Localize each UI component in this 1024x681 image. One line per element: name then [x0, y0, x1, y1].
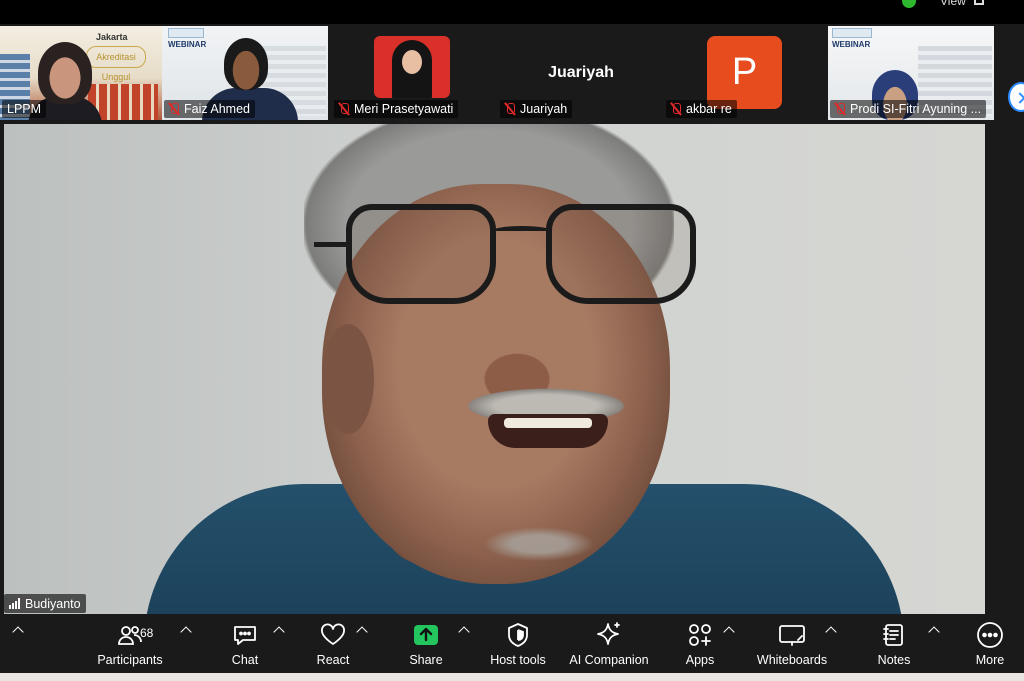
chat-caret-icon[interactable]	[273, 626, 285, 638]
participant-name: Meri Prasetyawati	[354, 102, 454, 116]
participant-name: akbar re	[686, 102, 732, 116]
notes-label: Notes	[877, 653, 911, 667]
participant-tile[interactable]: Juariyah Juariyah	[498, 26, 664, 120]
ai-companion-label: AI Companion	[569, 653, 649, 667]
apps-label: Apps	[685, 653, 715, 667]
active-speaker-video	[4, 124, 985, 614]
participant-tile[interactable]: P akbar re	[664, 26, 826, 120]
participant-name-tag: LPPM	[2, 100, 47, 118]
participant-name-tag: akbar re	[666, 100, 737, 118]
participant-video	[38, 42, 92, 104]
sparkle-icon	[589, 620, 629, 650]
notes-button[interactable]: Notes	[872, 620, 916, 676]
participant-tile[interactable]: Meri Prasetyawati	[332, 26, 498, 120]
react-label: React	[316, 653, 350, 667]
react-button[interactable]: React	[308, 620, 358, 676]
video-gutter	[985, 121, 1024, 616]
share-button[interactable]: Share	[400, 620, 452, 676]
apps-caret-icon[interactable]	[723, 626, 735, 638]
share-label: Share	[409, 653, 443, 667]
active-speaker-name-tag: Budiyanto	[4, 594, 86, 613]
share-caret-icon[interactable]	[458, 626, 470, 638]
participants-label: Participants	[97, 653, 163, 667]
mic-muted-icon	[835, 103, 845, 115]
participant-name-tag: Prodi SI-Fitri Ayuning ...	[830, 100, 987, 118]
notes-caret-icon[interactable]	[928, 626, 940, 638]
speaker-ear	[322, 324, 374, 434]
heart-icon	[313, 620, 353, 650]
participant-name: Prodi SI-Fitri Ayuning ...	[850, 102, 982, 116]
next-page-button[interactable]	[1008, 82, 1024, 112]
view-label: View	[940, 0, 966, 8]
participants-icon: 68	[110, 620, 154, 650]
taskbar-edge	[0, 673, 1024, 681]
speaker-glasses	[314, 204, 700, 314]
banner-badge: Akreditasi Unggul	[86, 46, 146, 82]
security-shield-icon	[902, 0, 916, 8]
connection-signal-icon	[9, 598, 20, 609]
more-icon	[970, 620, 1010, 650]
top-bar: View	[0, 0, 1024, 24]
participant-name: Juariyah	[520, 102, 568, 116]
more-button[interactable]: More	[968, 620, 1012, 676]
banner-title: WEBINAR	[168, 40, 207, 49]
participant-name-tag: Meri Prasetyawati	[334, 100, 459, 118]
participant-name-tag: Faiz Ahmed	[164, 100, 256, 118]
ai-companion-button[interactable]: AI Companion	[564, 620, 654, 676]
chat-icon	[225, 620, 265, 650]
chat-label: Chat	[231, 653, 259, 667]
mic-muted-icon	[339, 103, 349, 115]
participant-video	[224, 38, 268, 90]
participant-tile[interactable]: WEBINAR Faiz Ahmed	[162, 26, 328, 120]
participants-strip: Jakarta Akreditasi Unggul LPPM WEBINAR F…	[0, 24, 1024, 121]
participant-tile[interactable]: Jakarta Akreditasi Unggul LPPM	[0, 26, 162, 120]
active-speaker-name: Budiyanto	[25, 596, 81, 611]
participant-tile[interactable]: WEBINAR Prodi SI-Fitri Ayuning ...	[828, 26, 994, 120]
whiteboard-icon	[772, 620, 812, 650]
notes-icon	[874, 620, 914, 650]
host-tools-label: Host tools	[490, 653, 546, 667]
host-tools-button[interactable]: Host tools	[484, 620, 552, 676]
react-caret-icon[interactable]	[356, 626, 368, 638]
more-label: More	[975, 653, 1005, 667]
audio-options-caret-icon[interactable]	[12, 626, 24, 638]
participant-display-name: Juariyah	[548, 64, 614, 81]
participant-count: 68	[140, 626, 154, 640]
institution-logo	[832, 28, 872, 38]
share-screen-icon	[406, 620, 446, 650]
participant-name-tag: Juariyah	[500, 100, 573, 118]
view-grid-icon	[973, 0, 984, 5]
whiteboards-button[interactable]: Whiteboards	[752, 620, 832, 676]
participant-name: Faiz Ahmed	[184, 102, 251, 116]
view-button[interactable]: View	[940, 0, 984, 8]
banner-title: WEBINAR	[832, 40, 871, 49]
mic-muted-icon	[671, 103, 681, 115]
profile-picture	[374, 36, 450, 98]
letter-avatar: P	[707, 36, 782, 109]
chat-button[interactable]: Chat	[220, 620, 270, 676]
mic-muted-icon	[169, 103, 179, 115]
speaker-beard	[474, 524, 604, 564]
shield-icon	[498, 620, 538, 650]
institution-logo	[168, 28, 204, 38]
apps-button[interactable]: Apps	[678, 620, 722, 676]
speaker-teeth	[504, 418, 592, 428]
whiteboards-label: Whiteboards	[756, 653, 828, 667]
mic-muted-icon	[505, 103, 515, 115]
participants-button[interactable]: 68 Participants	[92, 620, 168, 676]
apps-icon	[680, 620, 720, 650]
participant-name: LPPM	[7, 102, 42, 116]
banner-title: Jakarta	[96, 32, 128, 42]
meeting-toolbar: 68 Participants Chat React Share Host to…	[0, 614, 1024, 681]
participants-caret-icon[interactable]	[180, 626, 192, 638]
